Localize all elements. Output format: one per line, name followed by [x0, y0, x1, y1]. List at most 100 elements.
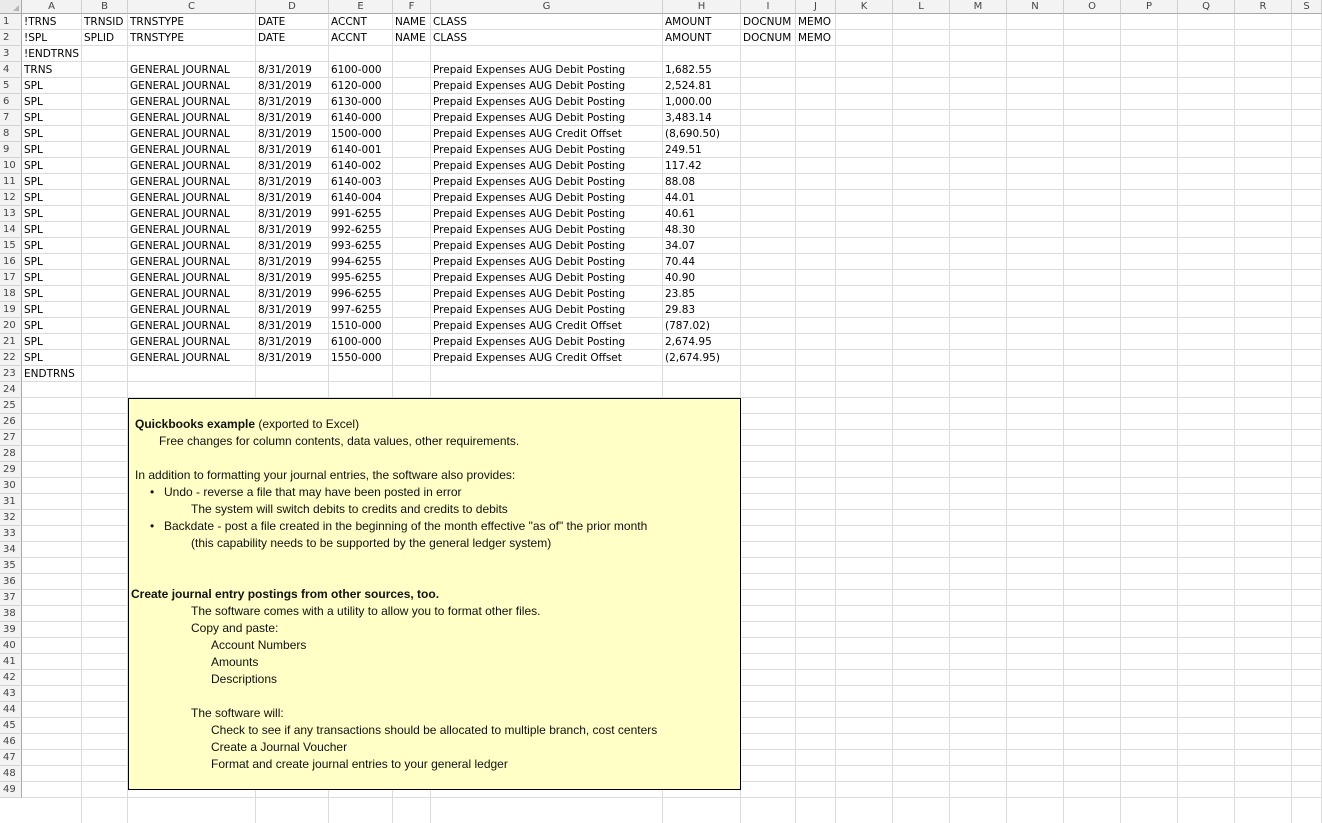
cell-e9[interactable]: 6140-001	[329, 142, 382, 158]
row-header[interactable]: 8	[0, 126, 22, 142]
cell-a8[interactable]: SPL	[22, 126, 43, 142]
cell-d15[interactable]: 8/31/2019	[256, 238, 312, 254]
cell-c4[interactable]: GENERAL JOURNAL	[128, 62, 230, 78]
cell-a11[interactable]: SPL	[22, 174, 43, 190]
row-header[interactable]: 9	[0, 142, 22, 158]
cell-d14[interactable]: 8/31/2019	[256, 222, 312, 238]
cell-j1[interactable]: MEMO	[796, 14, 831, 30]
cell-a14[interactable]: SPL	[22, 222, 43, 238]
row-header[interactable]: 1	[0, 14, 22, 30]
cell-c2[interactable]: TRNSTYPE	[128, 30, 184, 46]
row-header[interactable]: 37	[0, 590, 22, 606]
cell-g6[interactable]: Prepaid Expenses AUG Debit Posting	[431, 94, 625, 110]
cell-a17[interactable]: SPL	[22, 270, 43, 286]
row-header[interactable]: 43	[0, 686, 22, 702]
column-header-d[interactable]: D	[256, 0, 329, 14]
cell-c10[interactable]: GENERAL JOURNAL	[128, 158, 230, 174]
row-header[interactable]: 35	[0, 558, 22, 574]
column-header-p[interactable]: P	[1121, 0, 1178, 14]
row-header[interactable]: 27	[0, 430, 22, 446]
cell-b1[interactable]: TRNSID	[82, 14, 123, 30]
cell-e6[interactable]: 6130-000	[329, 94, 382, 110]
cell-a6[interactable]: SPL	[22, 94, 43, 110]
cell-g14[interactable]: Prepaid Expenses AUG Debit Posting	[431, 222, 625, 238]
cell-g2[interactable]: CLASS	[431, 30, 467, 46]
cell-i2[interactable]: DOCNUM	[741, 30, 791, 46]
cell-g21[interactable]: Prepaid Expenses AUG Debit Posting	[431, 334, 625, 350]
row-header[interactable]: 39	[0, 622, 22, 638]
row-header[interactable]: 6	[0, 94, 22, 110]
row-header[interactable]: 13	[0, 206, 22, 222]
row-header[interactable]: 32	[0, 510, 22, 526]
cell-g10[interactable]: Prepaid Expenses AUG Debit Posting	[431, 158, 625, 174]
cell-c9[interactable]: GENERAL JOURNAL	[128, 142, 230, 158]
cell-g5[interactable]: Prepaid Expenses AUG Debit Posting	[431, 78, 625, 94]
cell-d22[interactable]: 8/31/2019	[256, 350, 312, 366]
cell-g8[interactable]: Prepaid Expenses AUG Credit Offset	[431, 126, 622, 142]
cell-a16[interactable]: SPL	[22, 254, 43, 270]
cell-a4[interactable]: TRNS	[22, 62, 52, 78]
cell-c5[interactable]: GENERAL JOURNAL	[128, 78, 230, 94]
cell-a2[interactable]: !SPL	[22, 30, 47, 46]
column-header-k[interactable]: K	[836, 0, 893, 14]
cell-e2[interactable]: ACCNT	[329, 30, 367, 46]
cell-d19[interactable]: 8/31/2019	[256, 302, 312, 318]
cell-h14[interactable]: 48.30	[663, 222, 695, 238]
cell-h18[interactable]: 23.85	[663, 286, 695, 302]
cell-a20[interactable]: SPL	[22, 318, 43, 334]
cell-c6[interactable]: GENERAL JOURNAL	[128, 94, 230, 110]
cell-h20[interactable]: (787.02)	[663, 318, 710, 334]
row-header[interactable]: 10	[0, 158, 22, 174]
row-header[interactable]: 42	[0, 670, 22, 686]
cell-d16[interactable]: 8/31/2019	[256, 254, 312, 270]
cell-h6[interactable]: 1,000.00	[663, 94, 712, 110]
column-header-f[interactable]: F	[393, 0, 431, 14]
column-header-h[interactable]: H	[663, 0, 741, 14]
cell-d5[interactable]: 8/31/2019	[256, 78, 312, 94]
cell-d20[interactable]: 8/31/2019	[256, 318, 312, 334]
column-header-o[interactable]: O	[1064, 0, 1121, 14]
cell-d12[interactable]: 8/31/2019	[256, 190, 312, 206]
cell-h1[interactable]: AMOUNT	[663, 14, 711, 30]
cell-h2[interactable]: AMOUNT	[663, 30, 711, 46]
row-header[interactable]: 17	[0, 270, 22, 286]
row-header[interactable]: 12	[0, 190, 22, 206]
cell-d21[interactable]: 8/31/2019	[256, 334, 312, 350]
cell-g19[interactable]: Prepaid Expenses AUG Debit Posting	[431, 302, 625, 318]
cell-d6[interactable]: 8/31/2019	[256, 94, 312, 110]
cell-d2[interactable]: DATE	[256, 30, 285, 46]
cell-f2[interactable]: NAME	[393, 30, 426, 46]
cell-d1[interactable]: DATE	[256, 14, 285, 30]
cell-h19[interactable]: 29.83	[663, 302, 695, 318]
cell-h22[interactable]: (2,674.95)	[663, 350, 720, 366]
cell-g22[interactable]: Prepaid Expenses AUG Credit Offset	[431, 350, 622, 366]
cell-e12[interactable]: 6140-004	[329, 190, 382, 206]
cell-a5[interactable]: SPL	[22, 78, 43, 94]
cell-d17[interactable]: 8/31/2019	[256, 270, 312, 286]
row-header[interactable]: 40	[0, 638, 22, 654]
cell-i1[interactable]: DOCNUM	[741, 14, 791, 30]
column-header-q[interactable]: Q	[1178, 0, 1235, 14]
column-header-j[interactable]: J	[796, 0, 836, 14]
cell-h10[interactable]: 117.42	[663, 158, 702, 174]
select-all-corner[interactable]	[0, 0, 22, 14]
cell-e7[interactable]: 6140-000	[329, 110, 382, 126]
cell-a3[interactable]: !ENDTRNS	[22, 46, 79, 62]
cell-a10[interactable]: SPL	[22, 158, 43, 174]
cell-h12[interactable]: 44.01	[663, 190, 695, 206]
cell-d9[interactable]: 8/31/2019	[256, 142, 312, 158]
cell-c7[interactable]: GENERAL JOURNAL	[128, 110, 230, 126]
cell-j2[interactable]: MEMO	[796, 30, 831, 46]
cell-h11[interactable]: 88.08	[663, 174, 695, 190]
row-header[interactable]: 24	[0, 382, 22, 398]
cell-h5[interactable]: 2,524.81	[663, 78, 712, 94]
cell-d4[interactable]: 8/31/2019	[256, 62, 312, 78]
cell-c22[interactable]: GENERAL JOURNAL	[128, 350, 230, 366]
cell-g1[interactable]: CLASS	[431, 14, 467, 30]
cell-h15[interactable]: 34.07	[663, 238, 695, 254]
cell-c11[interactable]: GENERAL JOURNAL	[128, 174, 230, 190]
row-header[interactable]: 2	[0, 30, 22, 46]
cell-e11[interactable]: 6140-003	[329, 174, 382, 190]
column-header-i[interactable]: I	[741, 0, 796, 14]
cell-e4[interactable]: 6100-000	[329, 62, 382, 78]
